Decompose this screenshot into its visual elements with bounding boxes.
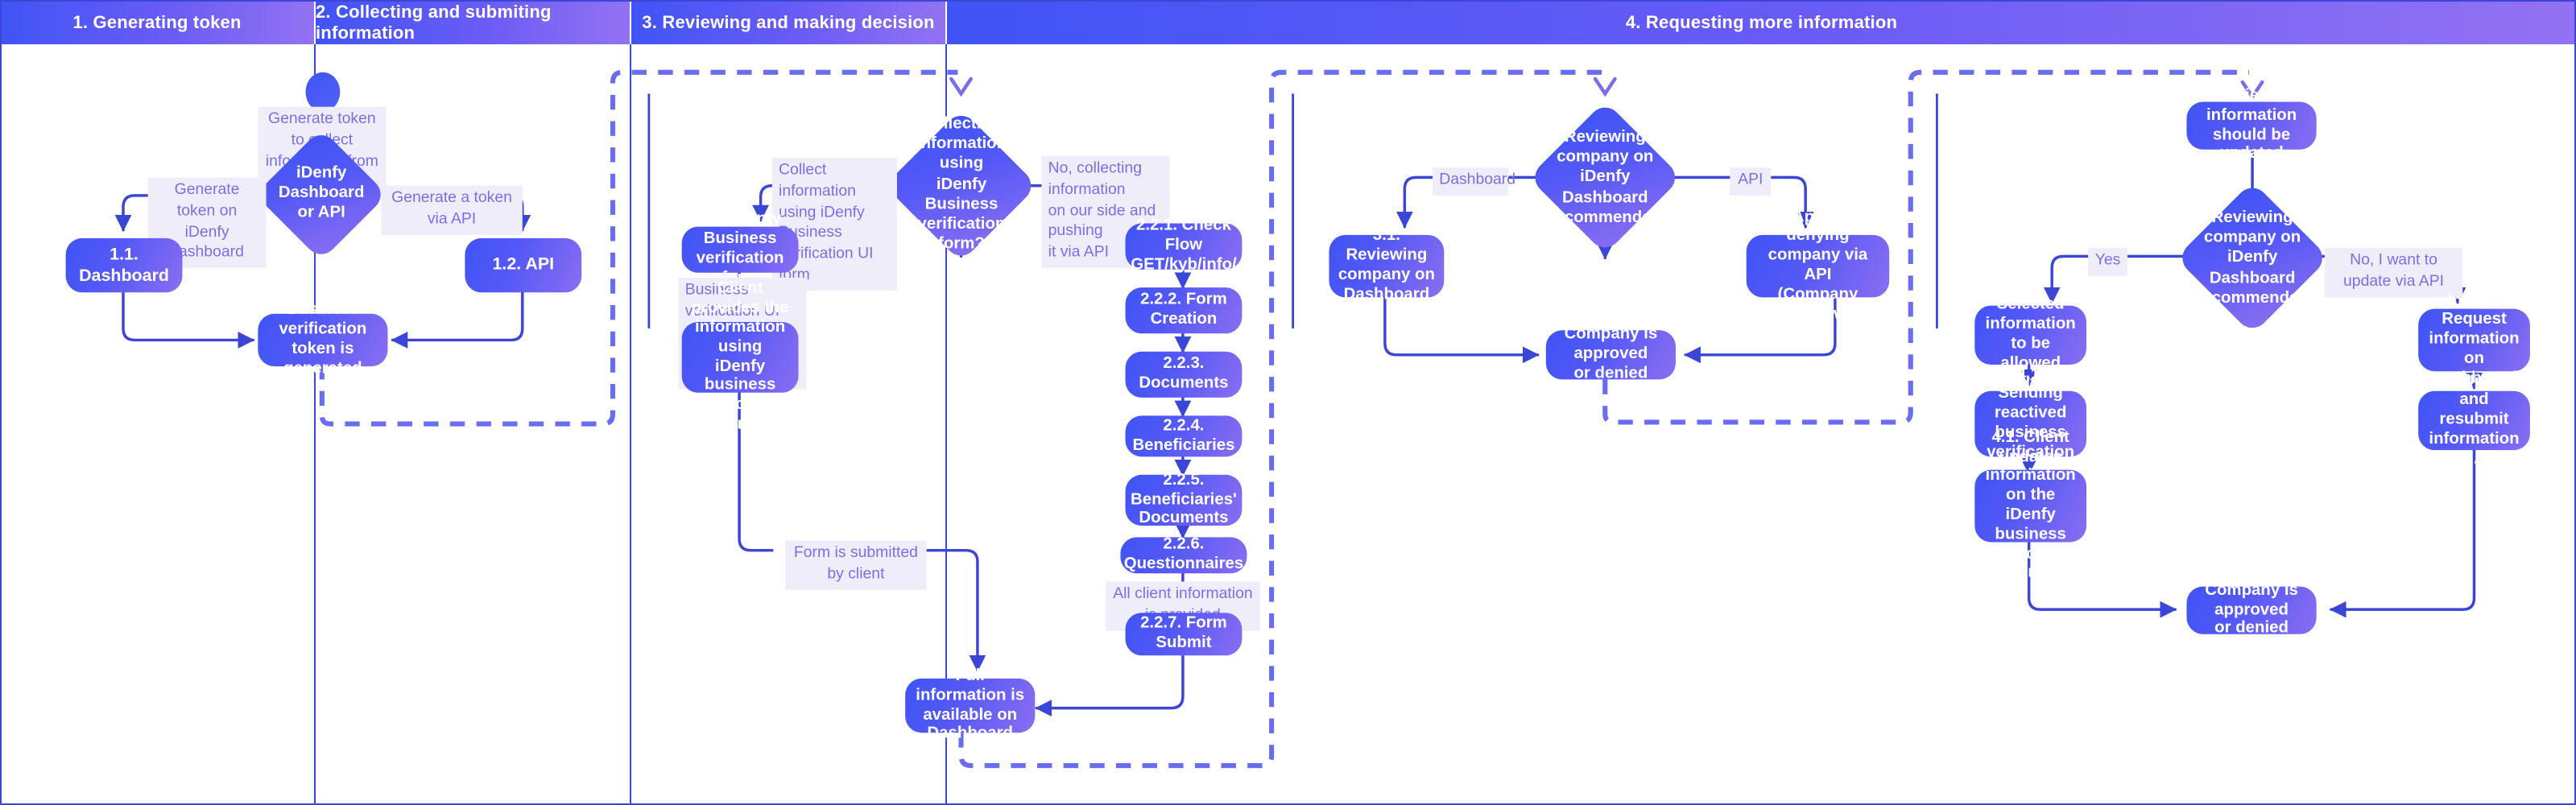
edge-label-no-update-via-api: No, I want to update via API [2324, 248, 2463, 297]
decision-label: Reviewing company on iDenfy Dashboard (r… [2190, 208, 2314, 307]
diagram-scale-wrapper: Generate token to collect information fr… [0, 0, 2576, 805]
decision-reviewing-company-dashboard[interactable]: Reviewing company on iDenfy Dashboard (r… [1528, 101, 1682, 254]
edge-label-form-submitted-by-client: Form is submitted by client [785, 540, 927, 589]
decision-reviewing-company-dashboard-4[interactable]: Reviewing company on iDenfy Dashboard (r… [2175, 181, 2330, 335]
node-4-1-selected-information-allowed-edited[interactable]: 4.1. Selected information to be allowed … [1974, 277, 2087, 392]
node-2-2-2-form-creation[interactable]: 2.2.2. Form Creation [1125, 287, 1243, 334]
node-3-1-reviewing-company-dashboard[interactable]: 3.1. Reviewing company on Dashboard [1329, 227, 1445, 303]
node-2-2-3-documents[interactable]: 2.2.3. Documents [1125, 351, 1243, 398]
node-2-2-5-beneficiaries-documents[interactable]: 2.2.5. Beneficiaries' Documents [1125, 471, 1243, 528]
flowchart-canvas: 1. Generating token 2. Collecting and su… [0, 0, 2576, 805]
edge-label-api: API [1730, 167, 1772, 196]
edge-label-collect-information-ui-form: Collect information using iDenfy Busines… [771, 157, 897, 291]
decision-collecting-information-form[interactable]: Collecting information using iDenfy Busi… [884, 109, 1038, 262]
node-2-2-6-questionnaires[interactable]: 2.2.6. Questionnaires [1120, 536, 1247, 574]
node-2-1-idenfy-business-verification-form[interactable]: 2.1. iDenfy Business verification form [681, 211, 799, 287]
node-company-approved-or-denied-4[interactable]: Company is approved or denied [2186, 581, 2317, 638]
edge-label-dashboard: Dashboard [1433, 167, 1515, 196]
start-node [305, 72, 341, 112]
node-4-2-update-resubmit-via-api[interactable]: 4.2. Update and resubmit information via… [2418, 372, 2530, 468]
node-full-information-available-on-dashboard[interactable]: Full information is available on Dashboa… [905, 667, 1036, 743]
node-business-verification-token-generated[interactable]: Business verification token is generated [258, 301, 388, 378]
edge-label-generate-token-via-api: Generate a token via API [381, 185, 523, 235]
node-1-1-dashboard[interactable]: 1.1. Dashboard [65, 237, 183, 293]
node-2-2-4-beneficiaries[interactable]: 2.2.4. Beneficiaries [1125, 415, 1243, 457]
node-client-provides-information[interactable]: Client provides the information using iD… [681, 280, 799, 434]
node-3-2-approving-denying-company-api[interactable]: 3.2. Approving denying company via API (… [1746, 208, 1890, 323]
edge-label-yes: Yes [2088, 248, 2128, 276]
node-client-information-should-be-updated[interactable]: Client information should be updated [2186, 87, 2317, 163]
decision-label: Reviewing company on iDenfy Dashboard (r… [1543, 127, 1667, 226]
decision-label: Collecting information using iDenfy Busi… [916, 115, 1007, 254]
decision-label: iDenfy Dashboard or API [278, 164, 365, 223]
node-initiate-request-information-dashboard[interactable]: Initiate Request information on Dashboar… [2418, 291, 2530, 387]
node-1-2-api[interactable]: 1.2. API [465, 237, 582, 293]
node-company-approved-or-denied-3[interactable]: Company is approved or denied [1545, 326, 1676, 382]
node-4-1-client-updates-information[interactable]: 4.1. Client updates information on the i… [1974, 428, 2087, 582]
node-2-2-1-check-flow[interactable]: 2.2.1. Check Flow GET/kyb/info/ [1125, 217, 1243, 275]
node-2-2-7-form-submit[interactable]: 2.2.7. Form Submit [1125, 613, 1243, 656]
